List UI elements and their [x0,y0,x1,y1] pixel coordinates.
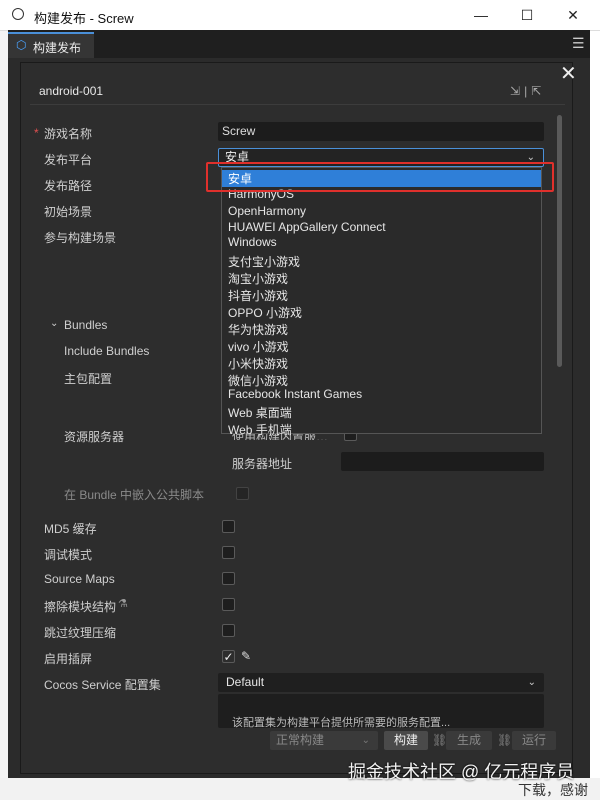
dropdown-option[interactable]: Facebook Instant Games [228,387,362,401]
server-address-input[interactable] [341,452,544,471]
build-button[interactable]: 构建 [384,731,428,750]
skip-texture-label: 跳过纹理压缩 [44,626,117,640]
source-maps-label: Source Maps [44,572,115,586]
build-config-name: android-001 [39,84,104,98]
md5-label: MD5 缓存 [44,522,97,536]
highlight-box [206,162,554,192]
debug-checkbox[interactable] [222,546,235,559]
chevron-down-icon: ⌄ [361,735,370,746]
server-address-label: 服务器地址 [232,457,293,471]
platform-dropdown-list: 安卓 HarmonyOS OpenHarmony HUAWEI AppGalle… [221,167,542,437]
erase-modules-checkbox[interactable] [222,598,235,611]
header-divider [30,104,565,105]
export-icon[interactable]: ⇱ [531,84,545,98]
import-icon[interactable]: ⇲ [510,84,524,98]
erase-modules-label: 擦除模块结构 [44,600,117,614]
resource-server-label: 资源服务器 [64,430,125,444]
window-titlebar: 构建发布 - Screw — ☐ ✕ [0,0,600,31]
dropdown-option[interactable]: 华为快游戏 [228,321,288,338]
build-scenes-label: 参与构建场景 [44,231,117,245]
dropdown-option[interactable]: 小米快游戏 [228,355,288,372]
cocos-service-label: Cocos Service 配置集 [44,678,161,692]
platform-label: 发布平台 [44,153,93,167]
dropdown-option[interactable]: 支付宝小游戏 [228,253,300,270]
embed-scripts-checkbox[interactable] [236,487,249,500]
minimize-button[interactable]: — [458,0,504,30]
tab-build-publish[interactable]: ⬡ 构建发布 [8,32,94,58]
link-icon: ⛓ [432,733,448,747]
include-bundles-label: Include Bundles [64,344,150,358]
game-name-input[interactable]: Screw [218,122,544,141]
hamburger-menu-icon[interactable]: ☰ [572,36,586,50]
embed-scripts-label: 在 Bundle 中嵌入公共脚本 [64,488,205,502]
app-icon [12,8,24,20]
build-mode-value: 正常构建 [276,733,325,747]
generate-button[interactable]: 生成 [446,731,492,750]
panel-scrollbar[interactable] [557,115,562,367]
start-scene-label: 初始场景 [44,205,93,219]
service-description-text: 该配置集为构建平台提供所需要的服务配置... [232,717,451,728]
cocos-service-select[interactable]: Default ⌄ [218,673,544,692]
tab-bar [8,30,590,58]
skip-texture-checkbox[interactable] [222,624,235,637]
dropdown-option[interactable]: Web 桌面端 [228,404,292,421]
run-button[interactable]: 运行 [512,731,556,750]
flask-icon: ⚗ [118,598,128,610]
debug-label: 调试模式 [44,548,93,562]
splash-checkbox[interactable]: ✓ [222,650,235,663]
background-page-right [590,30,600,800]
window-title: 构建发布 - Screw [34,11,134,26]
source-maps-checkbox[interactable] [222,572,235,585]
cocos-service-value: Default [226,675,265,689]
dropdown-option[interactable]: 抖音小游戏 [228,287,288,304]
dropdown-option[interactable]: vivo 小游戏 [228,338,289,355]
watermark: 掘金技术社区 @ 亿元程序员 [348,762,575,782]
panel-close-button[interactable]: ✕ [560,64,577,84]
dropdown-option[interactable]: HUAWEI AppGallery Connect [228,220,386,234]
game-name-label: 游戏名称 [44,127,93,141]
dropdown-option[interactable]: OPPO 小游戏 [228,304,302,321]
link-icon: ⛓ [497,733,513,747]
required-mark: * [34,126,39,140]
build-icon: ⬡ [16,38,27,52]
build-mode-select[interactable]: 正常构建 ⌄ [270,731,378,750]
header-actions: ⇲|⇱ [510,84,545,98]
maximize-button[interactable]: ☐ [504,0,550,30]
chevron-down-icon: ⌄ [527,677,536,688]
close-window-button[interactable]: ✕ [550,0,596,30]
main-bundle-label: 主包配置 [64,372,113,386]
md5-checkbox[interactable] [222,520,235,533]
dropdown-option[interactable]: OpenHarmony [228,204,306,218]
build-path-label: 发布路径 [44,179,93,193]
bundles-label: Bundles [64,318,108,332]
dropdown-option[interactable]: Web 手机端 [228,421,292,438]
tab-label: 构建发布 [33,41,82,55]
background-page-left [0,30,8,800]
bundles-expand-icon[interactable]: ⌄ [50,318,58,329]
edit-icon[interactable]: ✎ [241,649,251,663]
dropdown-option[interactable]: Windows [228,235,277,249]
splash-label: 启用插屏 [44,652,93,666]
dropdown-option[interactable]: 淘宝小游戏 [228,270,288,287]
